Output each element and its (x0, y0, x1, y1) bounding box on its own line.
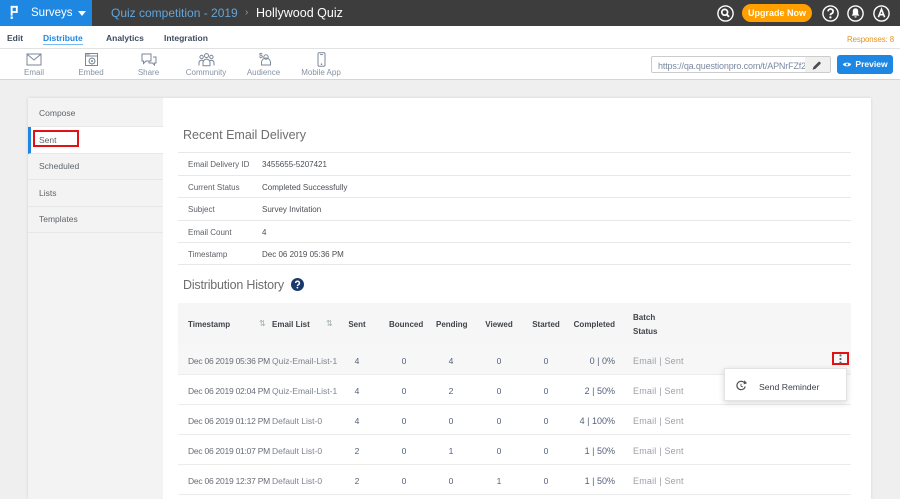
svg-text:$: $ (259, 53, 263, 60)
